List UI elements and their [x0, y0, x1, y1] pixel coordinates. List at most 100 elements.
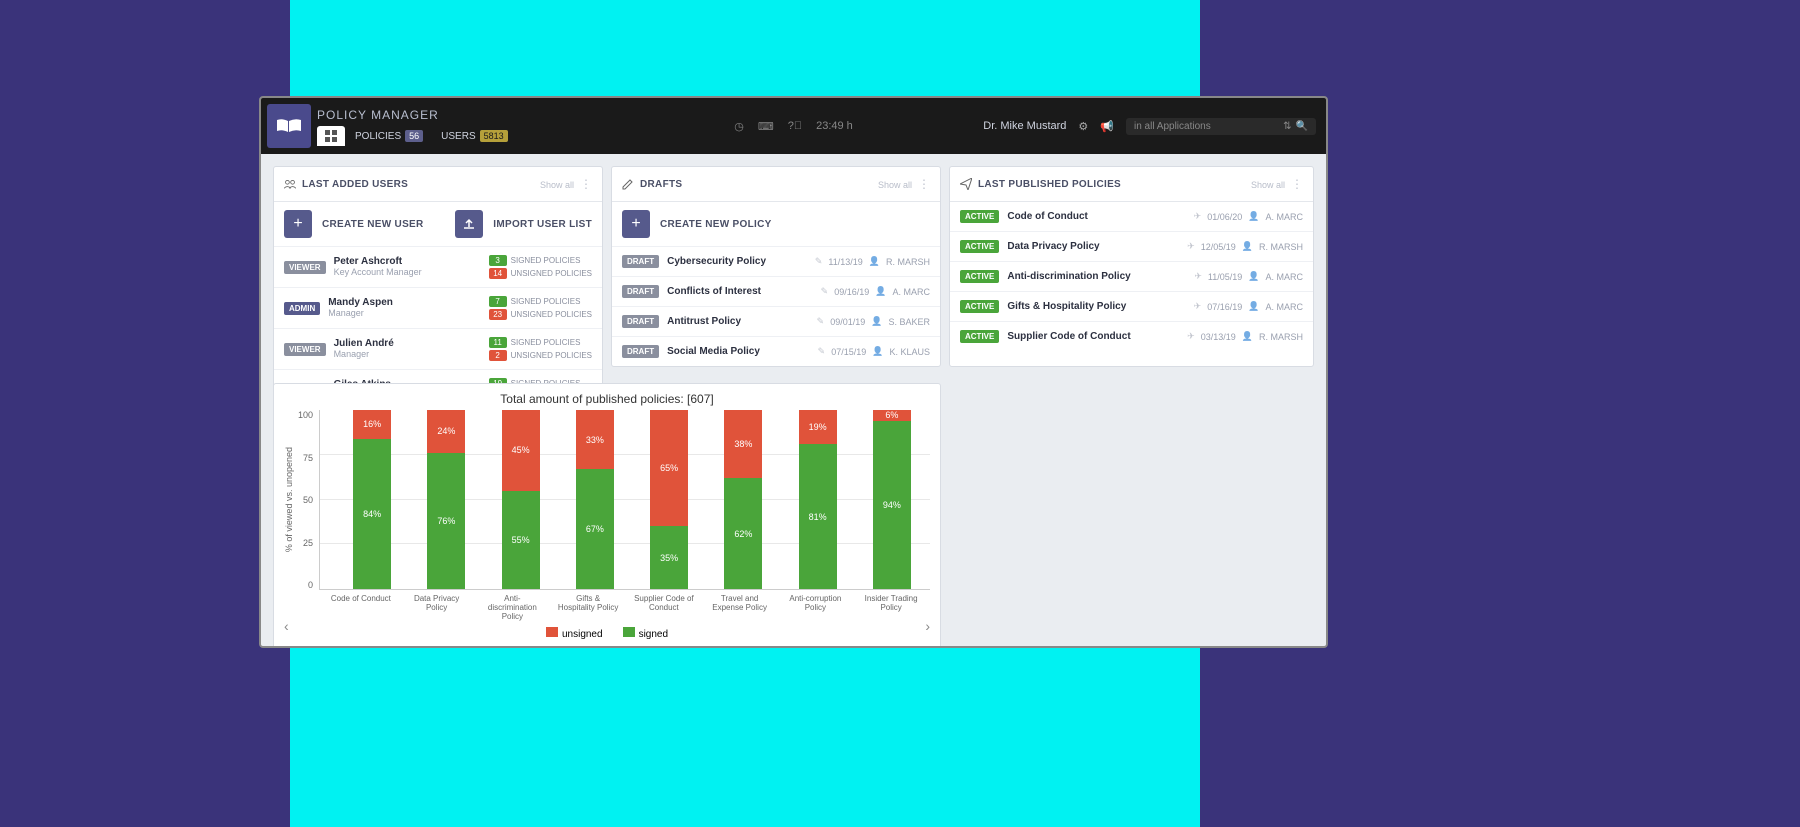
- published-date: 11/05/19: [1208, 272, 1242, 282]
- user-row[interactable]: VIEWER Julien AndréManager 11SIGNED POLI…: [274, 329, 602, 370]
- tab-dashboard[interactable]: [317, 126, 345, 146]
- bar-signed: 35%: [650, 526, 688, 589]
- bar-unsigned: 38%: [724, 410, 762, 478]
- published-row[interactable]: ACTIVE Data Privacy Policy ✈12/05/19👤R. …: [950, 232, 1313, 262]
- drafts-menu-icon[interactable]: ⋮: [918, 177, 930, 191]
- published-author: R. MARSH: [1259, 332, 1303, 342]
- published-date: 01/06/20: [1207, 212, 1242, 222]
- tab-policies[interactable]: POLICIES 56: [347, 126, 431, 146]
- bar-signed: 67%: [576, 469, 614, 589]
- draft-date: 07/15/19: [831, 347, 866, 357]
- draft-author: A. MARC: [892, 287, 930, 297]
- users-menu-icon[interactable]: ⋮: [580, 177, 592, 191]
- draft-tag: DRAFT: [622, 315, 659, 328]
- published-row[interactable]: ACTIVE Supplier Code of Conduct ✈03/13/1…: [950, 322, 1313, 351]
- unsigned-count: 23: [489, 309, 507, 320]
- header-center-icons: ◷ ⌨ ?⃝ 23:49 h: [734, 120, 853, 133]
- user-row[interactable]: ADMIN Mandy AspenManager 7SIGNED POLICIE…: [274, 288, 602, 329]
- published-row[interactable]: ACTIVE Code of Conduct ✈01/06/20👤A. MARC: [950, 202, 1313, 232]
- draft-row[interactable]: DRAFT Antitrust Policy ✎09/01/19👤S. BAKE…: [612, 307, 940, 337]
- user-name-block: Peter AshcroftKey Account Manager: [334, 256, 489, 278]
- bar-column: 33% 67%: [565, 410, 625, 589]
- edit-icon: [622, 178, 634, 190]
- gear-icon[interactable]: ⚙: [1078, 120, 1088, 133]
- ytick: 50: [303, 495, 313, 505]
- chart-ylabel: % of viewed vs. unopened: [284, 447, 294, 552]
- unsigned-label: UNSIGNED POLICIES: [511, 351, 592, 360]
- tab-policies-label: POLICIES: [355, 131, 401, 142]
- drafts-showall[interactable]: Show all: [878, 180, 912, 190]
- unsigned-label: UNSIGNED POLICIES: [511, 269, 592, 278]
- user-row[interactable]: VIEWER Peter AshcroftKey Account Manager…: [274, 247, 602, 288]
- chart-prev-icon[interactable]: ‹: [284, 618, 289, 634]
- draft-tag: DRAFT: [622, 285, 659, 298]
- person-icon: 👤: [1242, 241, 1253, 252]
- published-menu-icon[interactable]: ⋮: [1291, 177, 1303, 191]
- tab-users-label: USERS: [441, 131, 475, 142]
- draft-row[interactable]: DRAFT Social Media Policy ✎07/15/19👤K. K…: [612, 337, 940, 366]
- app-logo: [267, 104, 311, 148]
- chart-title: Total amount of published policies: [607…: [284, 392, 930, 406]
- keyboard-icon[interactable]: ⌨: [758, 120, 774, 133]
- unsigned-count: 2: [489, 350, 507, 361]
- draft-name: Cybersecurity Policy: [667, 256, 815, 267]
- active-tag: ACTIVE: [960, 270, 999, 283]
- draft-row[interactable]: DRAFT Conflicts of Interest ✎09/16/19👤A.…: [612, 277, 940, 307]
- published-author: A. MARC: [1265, 302, 1303, 312]
- bar-column: 6% 94%: [862, 410, 922, 589]
- legend-signed: signed: [639, 629, 668, 640]
- draft-tag: DRAFT: [622, 345, 659, 358]
- search-box[interactable]: in all Applications ⇅ 🔍: [1126, 118, 1316, 135]
- import-icon[interactable]: [455, 210, 483, 238]
- help-icon[interactable]: ?⃝: [788, 120, 802, 132]
- import-user-label[interactable]: IMPORT USER LIST: [493, 219, 592, 230]
- legend-swatch-unsigned: [546, 627, 558, 637]
- announce-icon[interactable]: 📢: [1100, 120, 1114, 133]
- user-role: Key Account Manager: [334, 267, 422, 277]
- clock-icon[interactable]: ◷: [734, 120, 744, 133]
- published-author: A. MARC: [1265, 272, 1303, 282]
- chart-xlabels: Code of ConductData Privacy PolicyAnti-d…: [322, 590, 930, 621]
- bar-signed: 62%: [724, 478, 762, 589]
- published-row[interactable]: ACTIVE Anti-discrimination Policy ✈11/05…: [950, 262, 1313, 292]
- draft-author: S. BAKER: [888, 317, 930, 327]
- chart-next-icon[interactable]: ›: [925, 618, 930, 634]
- bar-signed: 76%: [427, 453, 465, 589]
- bar-unsigned: 16%: [353, 410, 391, 439]
- draft-name: Conflicts of Interest: [667, 286, 821, 297]
- signed-label: SIGNED POLICIES: [511, 297, 581, 306]
- person-icon: 👤: [871, 316, 882, 327]
- xlabel: Insider Trading Policy: [860, 594, 922, 621]
- create-policy-row[interactable]: + CREATE NEW POLICY: [612, 202, 940, 247]
- users-panel: LAST ADDED USERS Show all⋮ + CREATE NEW …: [273, 166, 603, 411]
- published-author: A. MARC: [1265, 212, 1303, 222]
- legend-unsigned: unsigned: [562, 629, 603, 640]
- active-tag: ACTIVE: [960, 210, 999, 223]
- drafts-title: DRAFTS: [640, 179, 682, 190]
- bar-unsigned: 45%: [502, 410, 540, 491]
- published-showall[interactable]: Show all: [1251, 180, 1285, 190]
- users-count-badge: 5813: [480, 130, 508, 142]
- send-icon: ✈: [1194, 301, 1202, 312]
- bar-column: 38% 62%: [713, 410, 773, 589]
- create-user-plus-icon[interactable]: +: [284, 210, 312, 238]
- unsigned-count: 14: [489, 268, 507, 279]
- user-actions-row: + CREATE NEW USER IMPORT USER LIST: [274, 202, 602, 247]
- users-showall[interactable]: Show all: [540, 180, 574, 190]
- user-tag: VIEWER: [284, 261, 326, 274]
- bar-signed: 84%: [353, 439, 391, 589]
- published-panel: LAST PUBLISHED POLICIES Show all⋮ ACTIVE…: [949, 166, 1314, 367]
- person-icon: 👤: [869, 256, 880, 267]
- person-icon: 👤: [1248, 271, 1259, 282]
- create-user-label[interactable]: CREATE NEW USER: [322, 219, 445, 230]
- tab-users[interactable]: USERS 5813: [433, 126, 515, 146]
- chart-legend: unsigned signed: [284, 627, 930, 640]
- published-row[interactable]: ACTIVE Gifts & Hospitality Policy ✈07/16…: [950, 292, 1313, 322]
- pencil-icon: ✎: [817, 316, 825, 327]
- person-icon: 👤: [875, 286, 886, 297]
- pencil-icon: ✎: [815, 256, 823, 267]
- draft-name: Social Media Policy: [667, 346, 818, 357]
- draft-row[interactable]: DRAFT Cybersecurity Policy ✎11/13/19👤R. …: [612, 247, 940, 277]
- bar-signed: 55%: [502, 491, 540, 589]
- user-name[interactable]: Dr. Mike Mustard: [983, 120, 1066, 132]
